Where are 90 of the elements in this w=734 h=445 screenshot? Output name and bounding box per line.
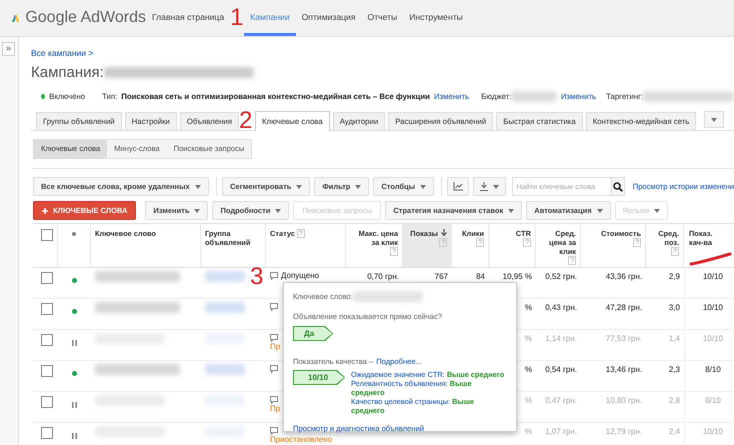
more-tabs-button[interactable]	[704, 111, 724, 128]
caret-icon	[508, 208, 514, 212]
annotation-stroke	[690, 252, 732, 266]
table-cell: %	[524, 365, 532, 374]
caret-icon	[654, 208, 660, 212]
table-cell: 2,4	[668, 427, 680, 436]
row-checkbox[interactable]	[41, 365, 53, 377]
table-cell: 13,46 грн.	[606, 365, 642, 374]
status-text: Приостановлено	[270, 435, 332, 444]
table-cell: 10,80 грн.	[606, 396, 642, 405]
comment-icon[interactable]	[270, 426, 278, 435]
caret-icon	[420, 184, 426, 188]
table-cell: %	[524, 334, 532, 343]
comment-icon[interactable]	[270, 272, 278, 280]
table-cell: 43,36 грн.	[606, 272, 642, 281]
table-cell: 3,0	[668, 303, 680, 312]
blurred-text	[352, 291, 423, 302]
table-cell: 10/10	[702, 334, 724, 343]
table-cell: 77,53 грн.	[606, 334, 642, 343]
caret-icon	[194, 208, 200, 212]
row-checkbox[interactable]	[41, 396, 53, 408]
table-cell: %	[524, 303, 532, 312]
caret-icon	[711, 118, 718, 122]
caret-icon	[194, 184, 201, 188]
campaign-title: Кампания:	[31, 64, 104, 81]
comment-icon[interactable]	[270, 364, 278, 373]
caret-icon	[355, 184, 362, 188]
status-text: Пр	[270, 342, 280, 351]
annotation-number: 1	[230, 6, 244, 30]
table-cell: 0,47 грн.	[545, 396, 577, 405]
sort-arrow-icon	[441, 229, 447, 236]
table-cell: 8/10	[705, 365, 721, 374]
nav-tab[interactable]: Оптимизация	[296, 0, 362, 36]
blurred-text	[511, 91, 557, 102]
chart-button[interactable]	[447, 177, 470, 196]
status-text: Пр	[270, 404, 280, 413]
status-header-dot	[72, 232, 76, 236]
table-cell: 0,54 грн.	[545, 365, 577, 374]
row-checkbox[interactable]	[41, 334, 53, 346]
sidebar-toggle[interactable]: »	[2, 42, 15, 56]
status-text: Допущено	[281, 271, 320, 280]
table-cell: 8/10	[705, 396, 721, 405]
chart-icon	[453, 182, 464, 191]
nav-tab[interactable]: Инструменты	[403, 0, 469, 36]
caret-icon	[296, 184, 302, 188]
table-cell: 47,28 грн.	[606, 303, 642, 312]
answer-badge: Да	[293, 326, 334, 341]
download-button[interactable]	[473, 177, 506, 196]
table-cell: 1,4	[668, 334, 680, 343]
comment-icon[interactable]	[270, 302, 278, 311]
breadcrumb-link[interactable]: Все кампании >	[31, 48, 94, 58]
blurred-text	[205, 271, 245, 282]
search-button[interactable]	[612, 177, 625, 196]
table-cell: 10/10	[702, 272, 724, 281]
select-all-checkbox[interactable]	[41, 229, 53, 241]
search-icon	[613, 182, 624, 192]
table-cell: %	[524, 427, 532, 436]
table-cell: 0,70 грн.	[367, 272, 399, 281]
table-cell: 0,43 грн.	[545, 303, 577, 312]
table-cell: 1,14 грн.	[545, 334, 577, 343]
download-icon	[480, 182, 488, 191]
table-cell: %	[524, 396, 532, 405]
table-cell: 2,9	[668, 272, 680, 281]
caret-icon	[275, 208, 282, 212]
table-cell: 84	[476, 272, 485, 281]
comment-icon[interactable]	[270, 396, 278, 404]
score-badge: 10/10	[293, 370, 346, 385]
table-cell: 1,07 грн.	[545, 427, 577, 436]
table-cell: 10,95 %	[502, 272, 532, 281]
caret-icon	[493, 184, 500, 188]
table-cell: 10/10	[702, 303, 724, 312]
row-checkbox[interactable]	[41, 427, 53, 439]
table-cell: 2,8	[668, 396, 680, 405]
row-checkbox[interactable]	[41, 272, 53, 284]
plus-icon	[42, 208, 48, 214]
table-cell: 12,79 грн.	[606, 427, 642, 436]
caret-icon	[596, 208, 603, 212]
nav-tab[interactable]: Главная страница	[146, 0, 230, 36]
blurred-text	[205, 302, 245, 313]
blurred-text	[205, 364, 245, 375]
annotation-number: 2	[239, 109, 252, 133]
annotation-number: 3	[250, 265, 264, 289]
app-logo: Google AdWords	[25, 9, 146, 27]
table-cell: 767	[434, 272, 448, 281]
nav-tab[interactable]: Отчеты	[362, 0, 404, 36]
row-checkbox[interactable]	[41, 303, 53, 315]
table-cell: 2,3	[668, 365, 680, 374]
table-cell: 10/10	[702, 427, 724, 436]
table-cell: 0,52 грн.	[545, 272, 577, 281]
comment-icon[interactable]	[270, 334, 278, 342]
